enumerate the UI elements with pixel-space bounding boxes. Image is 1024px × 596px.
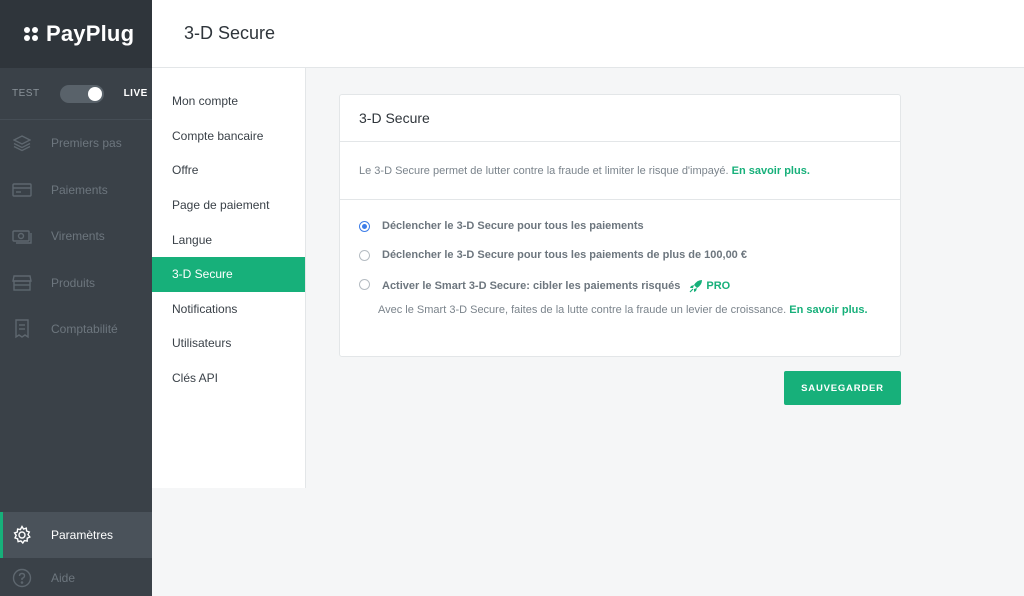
card-title: 3-D Secure <box>340 95 900 142</box>
layers-icon <box>12 133 32 153</box>
help-icon <box>12 568 32 588</box>
rocket-icon <box>689 280 703 293</box>
submenu-item-utilisateurs[interactable]: Utilisateurs <box>152 326 305 361</box>
mode-live-label: LIVE <box>123 88 148 99</box>
toggle-knob <box>87 86 102 101</box>
page-title: 3-D Secure <box>184 23 276 43</box>
3d-secure-options: Déclencher le 3-D Secure pour tous les p… <box>340 200 900 319</box>
submenu-item-3d-secure[interactable]: 3-D Secure <box>152 256 305 292</box>
gear-icon <box>12 525 32 545</box>
submenu-item-offre[interactable]: Offre <box>152 153 305 188</box>
receipt-icon <box>12 319 32 339</box>
option-description: Avec le Smart 3-D Secure, faites de la l… <box>378 301 878 319</box>
option-label: Activer le Smart 3-D Secure: cibler les … <box>382 280 681 292</box>
sidebar-item-label: Virements <box>51 229 105 244</box>
credit-card-icon <box>12 180 32 200</box>
sidebar-item-virements[interactable]: Virements <box>0 213 152 260</box>
save-button[interactable]: SAUVEGARDER <box>784 371 901 405</box>
sidebar-item-label: Comptabilité <box>51 322 118 337</box>
sidebar-nav: Premiers pas Paiements Virements Produit… <box>0 120 152 353</box>
sidebar-item-paiements[interactable]: Paiements <box>0 167 152 214</box>
option-label: Déclencher le 3-D Secure pour tous les p… <box>382 220 644 232</box>
sidebar-item-label: Produits <box>51 275 96 290</box>
intro-text: Le 3-D Secure permet de lutter contre la… <box>359 164 729 177</box>
banknote-icon <box>12 226 32 246</box>
sidebar-item-label: Aide <box>51 571 76 585</box>
sidebar-item-parametres[interactable]: Paramètres <box>0 512 152 558</box>
sidebar-item-label: Paramètres <box>51 528 114 542</box>
card-intro: Le 3-D Secure permet de lutter contre la… <box>340 142 900 200</box>
sidebar-item-comptabilite[interactable]: Comptabilité <box>0 306 152 353</box>
store-icon <box>12 273 32 293</box>
pro-label: PRO <box>706 280 731 292</box>
option-description-text: Avec le Smart 3-D Secure, faites de la l… <box>378 304 787 316</box>
submenu-item-notifications[interactable]: Notifications <box>152 292 305 327</box>
option-all-payments[interactable]: Déclencher le 3-D Secure pour tous les p… <box>359 220 881 232</box>
submenu-item-mon-compte[interactable]: Mon compte <box>152 84 305 119</box>
test-live-toggle[interactable] <box>59 84 104 103</box>
option-block: Activer le Smart 3-D Secure: cibler les … <box>378 278 878 319</box>
sidebar: PayPlug TEST LIVE Premiers pas Paiements… <box>0 0 152 596</box>
settings-submenu: Mon compte Compte bancaire Offre Page de… <box>152 68 306 488</box>
learn-more-link[interactable]: En savoir plus. <box>732 165 810 177</box>
mode-switch-row: TEST LIVE <box>0 68 152 120</box>
brand-logo[interactable]: PayPlug <box>0 0 152 68</box>
sidebar-item-produits[interactable]: Produits <box>0 260 152 307</box>
option-smart-3d-secure[interactable]: Activer le Smart 3-D Secure: cibler les … <box>359 278 881 319</box>
sidebar-item-label: Premiers pas <box>51 136 122 151</box>
radio-all-payments[interactable] <box>359 221 370 232</box>
submenu-item-compte-bancaire[interactable]: Compte bancaire <box>152 119 305 154</box>
brand-name: PayPlug <box>46 21 135 46</box>
3d-secure-card: 3-D Secure Le 3-D Secure permet de lutte… <box>339 94 901 357</box>
smart-learn-more-link[interactable]: En savoir plus. <box>789 304 867 316</box>
top-header: 3-D Secure <box>152 0 1024 68</box>
sidebar-item-premiers-pas[interactable]: Premiers pas <box>0 120 152 167</box>
option-label: Déclencher le 3-D Secure pour tous les p… <box>382 249 747 261</box>
mode-test-label: TEST <box>12 88 40 99</box>
payplug-logo-icon <box>24 27 38 41</box>
option-over-amount[interactable]: Déclencher le 3-D Secure pour tous les p… <box>359 249 881 261</box>
submenu-item-langue[interactable]: Langue <box>152 222 305 257</box>
submenu-item-cles-api[interactable]: Clés API <box>152 361 305 396</box>
radio-over-amount[interactable] <box>359 250 370 261</box>
sidebar-item-label: Paiements <box>51 182 108 197</box>
option-row: Activer le Smart 3-D Secure: cibler les … <box>382 278 878 294</box>
pro-badge: PRO <box>688 278 730 294</box>
sidebar-item-aide[interactable]: Aide <box>0 560 152 596</box>
submenu-item-page-de-paiement[interactable]: Page de paiement <box>152 188 305 223</box>
radio-smart-3d-secure[interactable] <box>359 279 370 290</box>
